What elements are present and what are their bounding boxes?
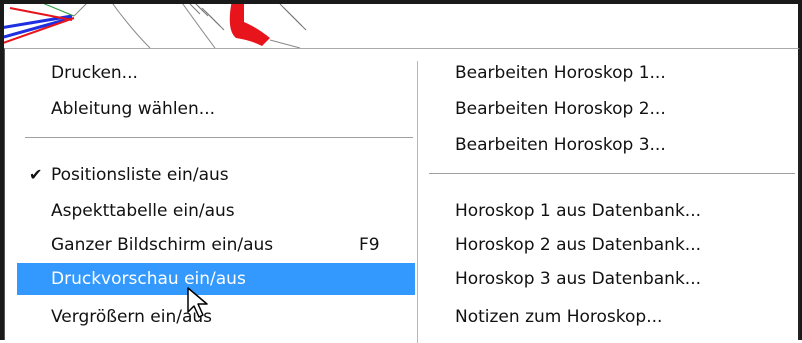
horoscope-chart-background [0, 0, 802, 48]
context-menu: Drucken... Ableitung wählen... ✔ Positio… [4, 48, 800, 343]
menu-separator [429, 173, 795, 174]
menu-item-label: Positionsliste ein/aus [51, 165, 229, 185]
menu-item-horoscope-2-from-db[interactable]: Horoskop 2 aus Datenbank... [455, 229, 785, 261]
menu-item-label: Bearbeiten Horoskop 2... [455, 99, 666, 119]
menu-column-divider [417, 61, 418, 343]
menu-item-label: Ganzer Bildschirm ein/aus [51, 235, 274, 255]
check-icon: ✔ [29, 165, 43, 184]
menu-item-label: Horoskop 1 aus Datenbank... [455, 201, 702, 221]
menu-item-label: Druckvorschau ein/aus [51, 269, 246, 289]
menu-item-aspect-table-toggle[interactable]: Aspekttabelle ein/aus [21, 195, 415, 227]
menu-item-label: Notizen zum Horoskop... [455, 307, 663, 327]
menu-separator [25, 137, 413, 138]
menu-item-position-list-toggle[interactable]: ✔ Positionsliste ein/aus [21, 159, 415, 191]
menu-item-horoscope-notes[interactable]: Notizen zum Horoskop... [455, 301, 785, 333]
menu-item-fullscreen-toggle[interactable]: Ganzer Bildschirm ein/aus F9 [21, 229, 415, 261]
menu-item-label: Bearbeiten Horoskop 1... [455, 63, 666, 83]
menu-item-shortcut: F9 [359, 235, 380, 255]
menu-item-zoom-toggle[interactable]: Vergrößern ein/aus [21, 301, 415, 333]
menu-item-horoscope-3-from-db[interactable]: Horoskop 3 aus Datenbank... [455, 263, 785, 295]
menu-item-print-preview-toggle[interactable]: Druckvorschau ein/aus [17, 263, 415, 295]
menu-item-label: Aspekttabelle ein/aus [51, 201, 235, 221]
window-border-top [0, 0, 802, 4]
menu-item-label: Ableitung wählen... [51, 99, 215, 119]
menu-item-label: Horoskop 3 aus Datenbank... [455, 269, 702, 289]
app-window: Drucken... Ableitung wählen... ✔ Positio… [0, 0, 802, 343]
menu-item-edit-horoscope-1[interactable]: Bearbeiten Horoskop 1... [455, 57, 785, 89]
menu-item-print[interactable]: Drucken... [21, 57, 415, 89]
menu-item-label: Bearbeiten Horoskop 3... [455, 135, 666, 155]
chart-lines-graphic [0, 0, 307, 48]
mouse-pointer-icon [186, 286, 212, 325]
menu-item-label: Horoskop 2 aus Datenbank... [455, 235, 702, 255]
menu-item-edit-horoscope-3[interactable]: Bearbeiten Horoskop 3... [455, 129, 785, 161]
menu-item-horoscope-1-from-db[interactable]: Horoskop 1 aus Datenbank... [455, 195, 785, 227]
menu-item-label: Drucken... [51, 63, 138, 83]
menu-item-choose-derivation[interactable]: Ableitung wählen... [21, 93, 415, 125]
menu-item-edit-horoscope-2[interactable]: Bearbeiten Horoskop 2... [455, 93, 785, 125]
